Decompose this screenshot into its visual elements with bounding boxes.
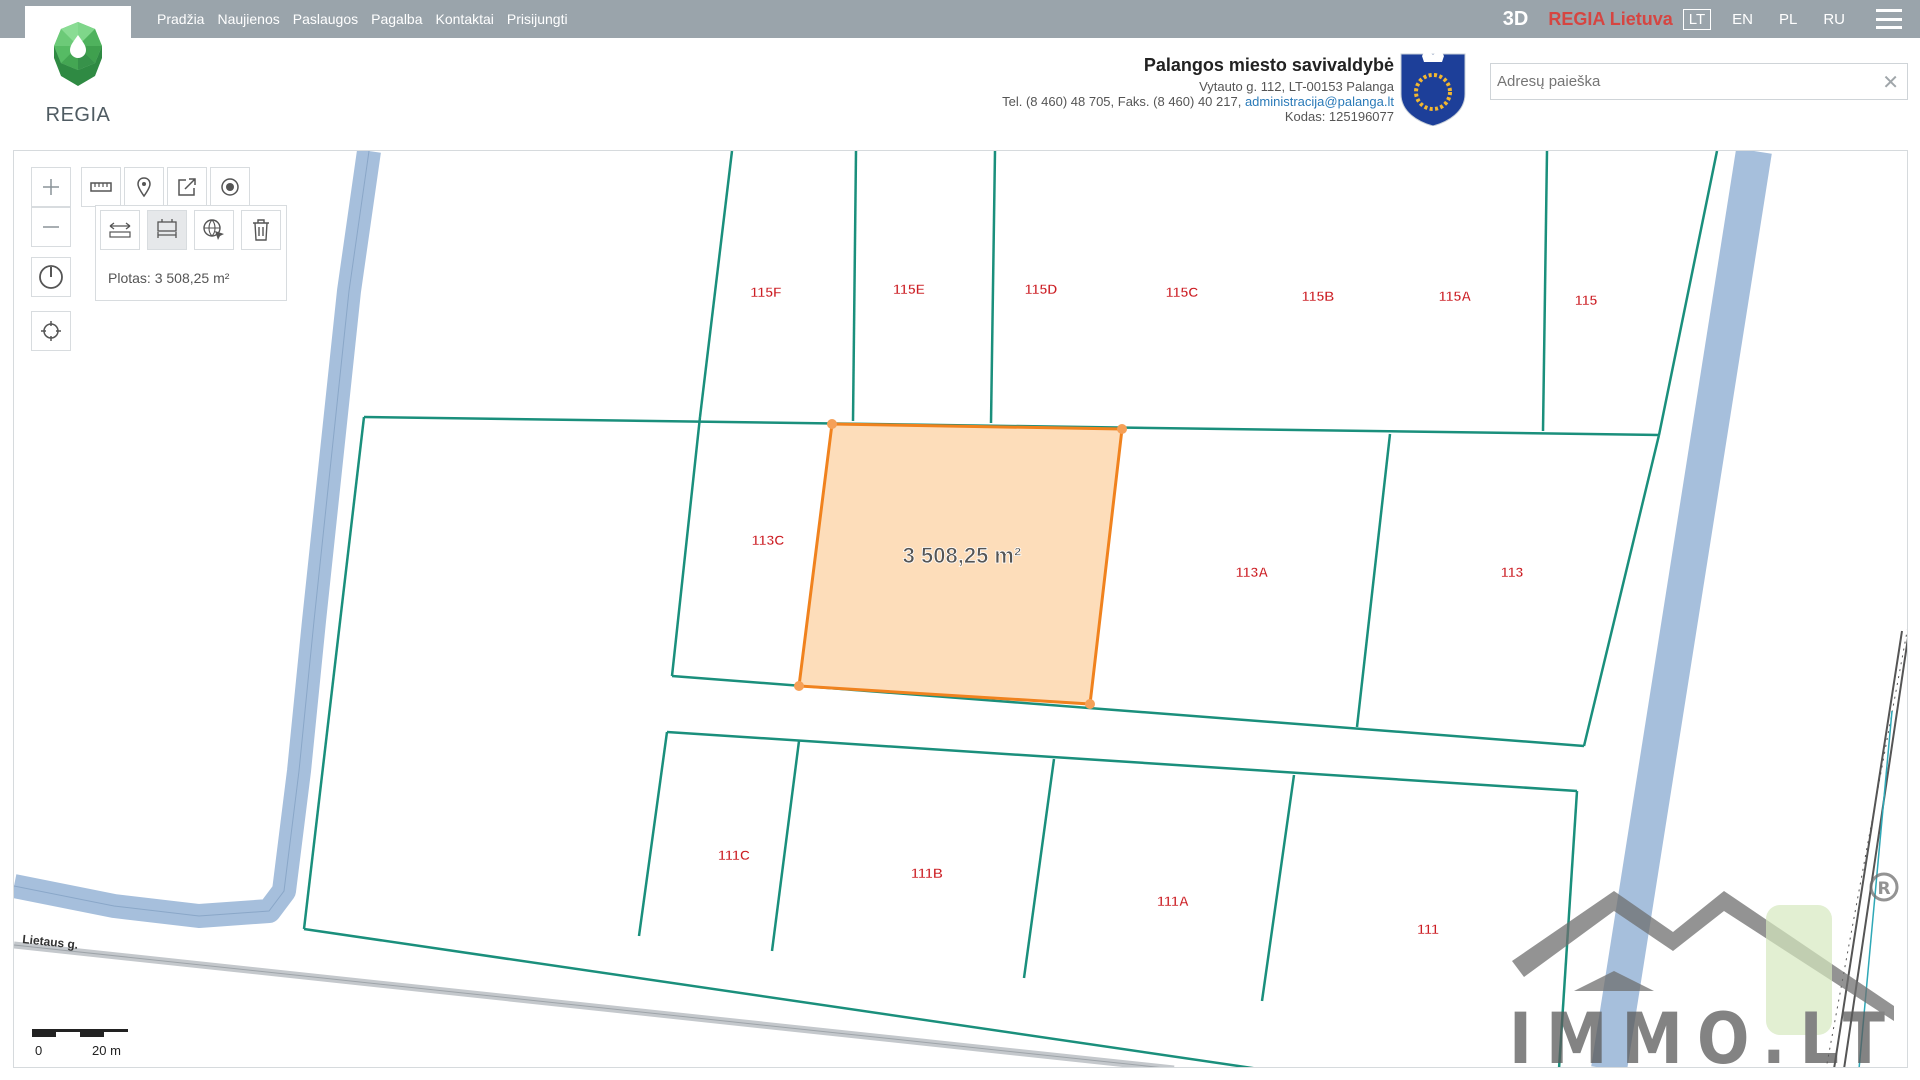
lang-en[interactable]: EN [1727,10,1758,29]
address-search-input[interactable] [1491,64,1861,99]
zoom-out-button[interactable] [31,207,71,247]
parcel-label: 115C [1166,284,1199,300]
main-nav: Pradžia Naujienos Paslaugos Pagalba Kont… [157,0,581,38]
municipality-phone: Tel. (8 460) 48 705, Faks. (8 460) 40 21… [1002,94,1245,109]
share-button[interactable] [167,167,207,207]
nav-prisijungti[interactable]: Prisijungti [507,11,568,27]
measure-panel: Plotas: 3 508,25 m² [95,205,287,301]
share-icon [178,178,196,196]
ruler-button[interactable] [81,167,121,207]
measure-area-button[interactable] [147,210,187,250]
lang-lt[interactable]: LT [1682,8,1712,30]
municipality-info: Palangos miesto savivaldybė Vytauto g. 1… [1002,55,1394,124]
pin-button[interactable] [124,167,164,207]
parcel-label: 115B [1302,288,1335,304]
target-button[interactable] [210,167,250,207]
parcel-label: 113C [752,532,785,548]
address-search[interactable]: ✕ [1490,63,1908,100]
locate-button[interactable] [31,311,71,351]
top-bar: Pradžia Naujienos Paslaugos Pagalba Kont… [0,0,1920,38]
trash-icon [253,219,269,241]
lang-ru[interactable]: RU [1818,10,1850,29]
municipality-address: Vytauto g. 112, LT-00153 Palanga [1199,79,1394,94]
parcel-label: 111 [1417,921,1439,937]
target-icon [221,178,239,196]
top-right-controls: 3D REGIA Lietuva LT EN PL RU [1503,0,1920,38]
lang-pl[interactable]: PL [1774,10,1802,29]
nav-paslaugos[interactable]: Paslaugos [293,11,358,27]
map-canvas[interactable]: 3 508,25 m² 115F 115E 115D 115C 115B 115… [14,151,1908,1068]
scale-distance-label: 20 m [92,1043,121,1058]
vertex-handle[interactable] [1117,424,1127,434]
regia-logo[interactable]: REGIA [25,6,131,126]
municipality-code: Kodas: 125196077 [1284,109,1394,124]
scale-bar-graphic [32,1029,128,1037]
compass-icon [39,265,63,289]
nav-naujienos[interactable]: Naujienos [217,11,279,27]
measure-area-icon [157,219,177,238]
parcel-label: 115D [1025,281,1058,297]
vertex-handle[interactable] [794,681,804,691]
nav-pradzia[interactable]: Pradžia [157,11,204,27]
ruler-icon [90,182,112,192]
watermark: IMMO.LT R [1509,872,1899,1068]
parcel-label: 111C [718,847,750,863]
measured-parcel[interactable]: 3 508,25 m² [794,419,1127,709]
measure-distance-icon [109,222,131,238]
measured-area-label: 3 508,25 m² [903,543,1022,568]
parcel-label: 115F [750,284,782,300]
locate-icon [41,321,61,341]
parcel-label: 113 [1501,564,1524,580]
globe-cursor-icon [203,219,224,240]
measure-distance-button[interactable] [100,210,140,250]
vertex-handle[interactable] [1085,699,1095,709]
3d-button[interactable]: 3D [1503,8,1529,31]
municipality-email-link[interactable]: administracija@palanga.lt [1245,94,1394,109]
regia-lietuva-link[interactable]: REGIA Lietuva [1548,9,1672,30]
palanga-crest-icon [1400,49,1466,126]
scale-bar: 0 20 m [32,1029,142,1065]
municipality-contacts: Tel. (8 460) 48 705, Faks. (8 460) 40 21… [1002,94,1394,109]
parcel-label: 111A [1157,893,1189,909]
parcel-label: 113A [1236,564,1269,580]
globe-cursor-button[interactable] [194,210,234,250]
area-readout: Plotas: 3 508,25 m² [108,270,230,286]
registered-mark-letter: R [1877,879,1890,899]
parcel-label: 111B [911,865,943,881]
parcel-label: 115A [1439,288,1472,304]
parcel-label: 115E [893,281,925,297]
map-viewport[interactable]: 3 508,25 m² 115F 115E 115D 115C 115B 115… [13,150,1908,1068]
hamburger-menu-icon[interactable] [1876,9,1902,29]
nav-pagalba[interactable]: Pagalba [371,11,422,27]
vertex-handle[interactable] [827,419,837,429]
zoom-in-button[interactable] [31,167,71,207]
parcel-label: 115 [1575,292,1598,308]
delete-measurement-button[interactable] [241,210,281,250]
zoom-in-icon [43,179,59,195]
scale-zero-label: 0 [35,1043,43,1058]
logo-text: REGIA [45,104,111,126]
zoom-out-icon [43,226,59,228]
compass-button[interactable] [31,257,71,297]
municipality-name: Palangos miesto savivaldybė [1143,55,1394,75]
watermark-text: IMMO.LT [1509,998,1899,1068]
regia-logo-icon [54,22,102,86]
pin-icon [137,177,151,198]
nav-kontaktai[interactable]: Kontaktai [436,11,494,27]
search-clear-icon[interactable]: ✕ [1882,70,1899,95]
